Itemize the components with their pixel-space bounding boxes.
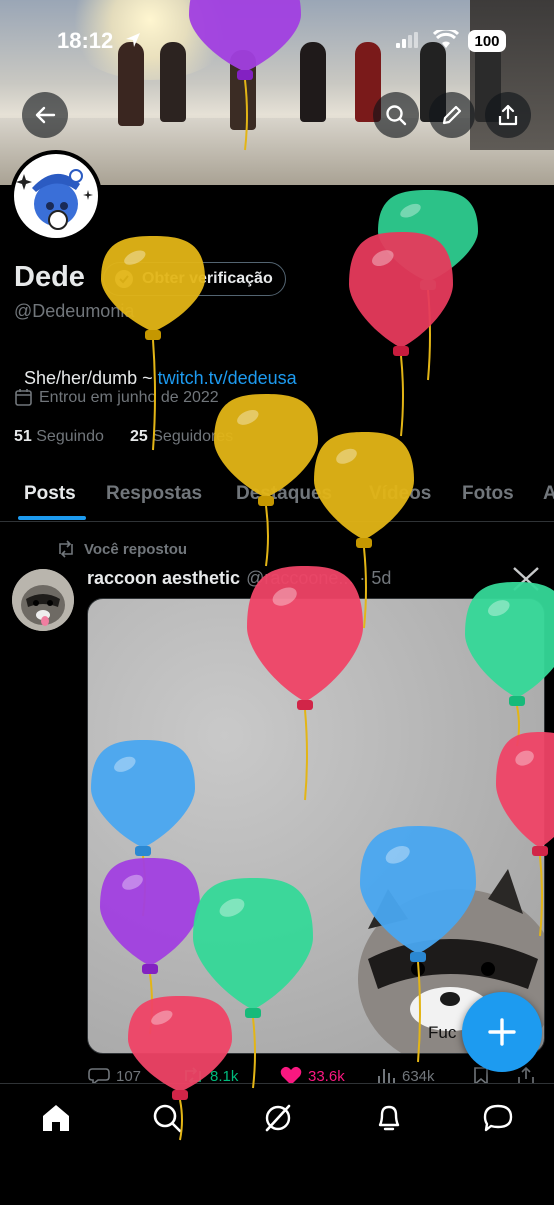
search-icon <box>153 1104 182 1133</box>
like-count: 33.6k <box>308 1067 345 1085</box>
calendar-icon <box>15 389 32 406</box>
join-date-text: Entrou em junho de 2022 <box>39 388 219 406</box>
following-link[interactable]: 51 Seguindo <box>14 428 104 446</box>
balloon-knot <box>420 280 436 290</box>
bell-icon <box>378 1105 400 1131</box>
home-icon <box>43 1105 69 1131</box>
image-caption: Fuc <box>428 1023 457 1042</box>
balloon-body <box>349 232 453 348</box>
battery-indicator: 100 <box>468 30 506 52</box>
wifi-icon <box>432 27 460 55</box>
tab-articles[interactable]: A <box>543 468 554 520</box>
banner-character <box>118 42 144 126</box>
tab-photos[interactable]: Fotos <box>462 468 514 520</box>
tab-videos[interactable]: Vídeos <box>369 468 431 520</box>
nav-grok[interactable] <box>258 1098 298 1138</box>
following-label: Seguindo <box>36 428 104 445</box>
get-verified-label: Obter verificação <box>142 270 273 287</box>
banner-character <box>230 50 256 130</box>
plus-icon <box>488 1018 516 1046</box>
share-icon <box>498 104 518 126</box>
nav-messages[interactable] <box>478 1098 518 1138</box>
balloon-highlight <box>237 409 259 425</box>
post-author-name[interactable]: raccoon aesthetic <box>87 568 240 589</box>
verified-check-icon <box>115 270 133 288</box>
repost-count: 8.1k <box>210 1067 239 1085</box>
post-author-avatar[interactable] <box>12 569 74 631</box>
post-time: 5d <box>371 568 392 588</box>
join-date: Entrou em junho de 2022 <box>14 388 219 407</box>
back-button[interactable] <box>22 92 68 138</box>
tabs-divider <box>0 521 554 522</box>
balloon <box>349 232 453 437</box>
back-arrow-icon <box>35 106 56 124</box>
balloon-highlight <box>400 203 421 218</box>
post-image[interactable]: Fuc <box>87 598 545 1054</box>
get-verified-button[interactable]: Obter verificação <box>103 262 286 296</box>
signal-icon <box>396 32 418 53</box>
banner-character <box>160 42 186 122</box>
repost-label: Você repostou <box>84 540 188 558</box>
avatar[interactable] <box>10 150 102 242</box>
display-name: Dede <box>14 261 85 293</box>
location-arrow-icon <box>124 31 142 54</box>
tab-posts[interactable]: Posts <box>24 468 76 520</box>
balloon-string <box>427 289 431 381</box>
balloon-knot <box>393 346 409 356</box>
repost-indicator: Você repostou <box>56 540 187 558</box>
balloon-highlight <box>372 250 394 267</box>
balloon-knot <box>145 330 161 340</box>
bottom-navigation <box>0 1083 554 1201</box>
user-handle: @Dedeumonia <box>14 301 135 321</box>
search-icon <box>386 105 407 126</box>
compose-post-button[interactable] <box>462 992 542 1072</box>
followers-link[interactable]: 25 Seguidores <box>130 428 233 446</box>
bio-text: She/her/dumb ~ <box>24 368 158 388</box>
x-logo-icon <box>512 566 540 597</box>
status-time: 18:12 <box>57 28 114 53</box>
avatar-image <box>14 154 98 238</box>
views-count: 634k <box>402 1067 435 1085</box>
grok-icon <box>265 1104 291 1132</box>
following-count: 51 <box>14 428 32 445</box>
repost-icon <box>59 540 73 558</box>
tab-highlights[interactable]: Destaques <box>236 468 332 520</box>
balloon-highlight <box>336 448 357 464</box>
bio: She/her/dumb ~ twitch.tv/dedeusa <box>14 347 297 389</box>
followers-label: Seguidores <box>152 428 234 445</box>
followers-count: 25 <box>130 428 148 445</box>
balloon <box>378 190 478 381</box>
nav-search[interactable] <box>147 1098 187 1138</box>
edit-button[interactable] <box>429 92 475 138</box>
active-tab-indicator <box>18 516 86 520</box>
tab-replies[interactable]: Respostas <box>106 468 202 520</box>
balloon-body <box>378 190 478 282</box>
nav-notifications[interactable] <box>369 1098 409 1138</box>
banner-character <box>300 42 326 122</box>
post-header: raccoon aesthetic @raccoone... · 5d <box>87 568 392 589</box>
search-button[interactable] <box>373 92 419 138</box>
post-author-handle[interactable]: @raccoone... <box>246 568 353 589</box>
pencil-icon <box>442 105 462 125</box>
nav-home[interactable] <box>36 1098 76 1138</box>
bio-link[interactable]: twitch.tv/dedeusa <box>158 368 297 388</box>
balloon-knot <box>356 538 372 548</box>
share-button[interactable] <box>485 92 531 138</box>
balloon-string <box>400 355 404 437</box>
chat-bubble-icon <box>483 1104 513 1132</box>
reply-count: 107 <box>116 1067 142 1085</box>
